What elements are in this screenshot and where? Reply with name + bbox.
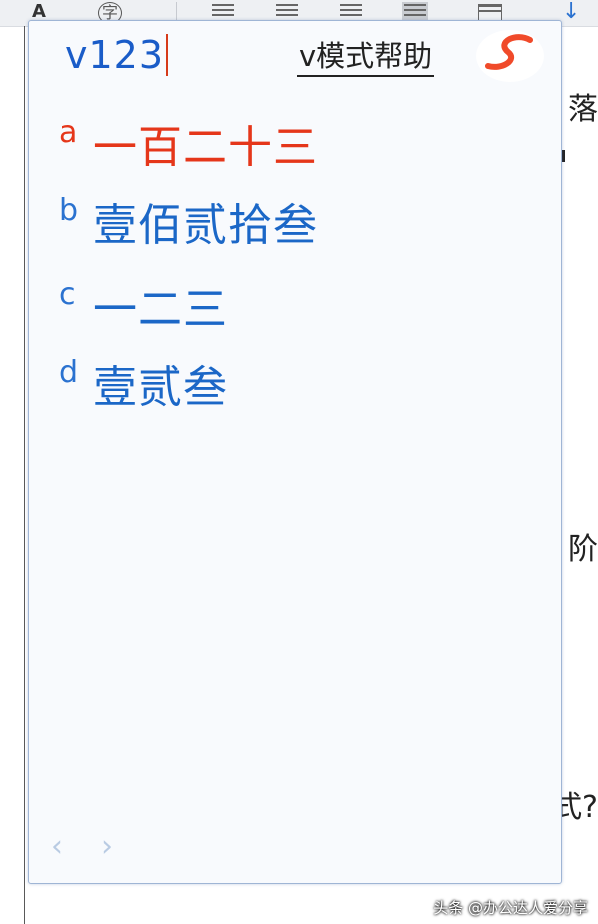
candidate-text: 一二三: [93, 284, 228, 335]
v-mode-help-link[interactable]: v模式帮助: [297, 37, 435, 77]
composition-text: v123: [65, 31, 169, 79]
sogou-logo-icon: [476, 30, 544, 82]
candidate-text: 一百二十三: [93, 122, 318, 173]
candidate-index: a: [59, 115, 78, 150]
next-page-button[interactable]: ›: [101, 829, 113, 864]
candidate-index: d: [59, 355, 79, 390]
document-margin-line: [24, 26, 25, 924]
prev-page-button[interactable]: ‹: [51, 829, 63, 864]
document-margin-mark: [562, 150, 565, 162]
candidate-text: 壹贰叁: [93, 362, 228, 413]
candidate-index: b: [59, 193, 79, 228]
background-text-fragment: 落: [568, 92, 598, 127]
background-text-fragment: 阶: [568, 532, 598, 567]
watermark: 头条 @办公达人爱分享: [433, 899, 588, 917]
align-center-icon[interactable]: [276, 4, 298, 20]
line-spacing-icon[interactable]: ↓: [562, 1, 580, 23]
composition-value: v123: [65, 33, 165, 77]
candidate-text: 壹佰贰拾叁: [93, 200, 318, 251]
candidate-index: c: [59, 277, 76, 312]
text-caret: [166, 34, 169, 76]
align-left-icon[interactable]: [212, 4, 234, 20]
font-a-icon[interactable]: A: [32, 2, 46, 22]
align-right-icon[interactable]: [340, 4, 362, 20]
ime-candidate-window[interactable]: v123 v模式帮助 a 一百二十三 b 壹佰贰拾叁 c 一二三 d 壹贰叁 ‹…: [28, 20, 562, 884]
align-justify-icon[interactable]: [402, 2, 428, 22]
